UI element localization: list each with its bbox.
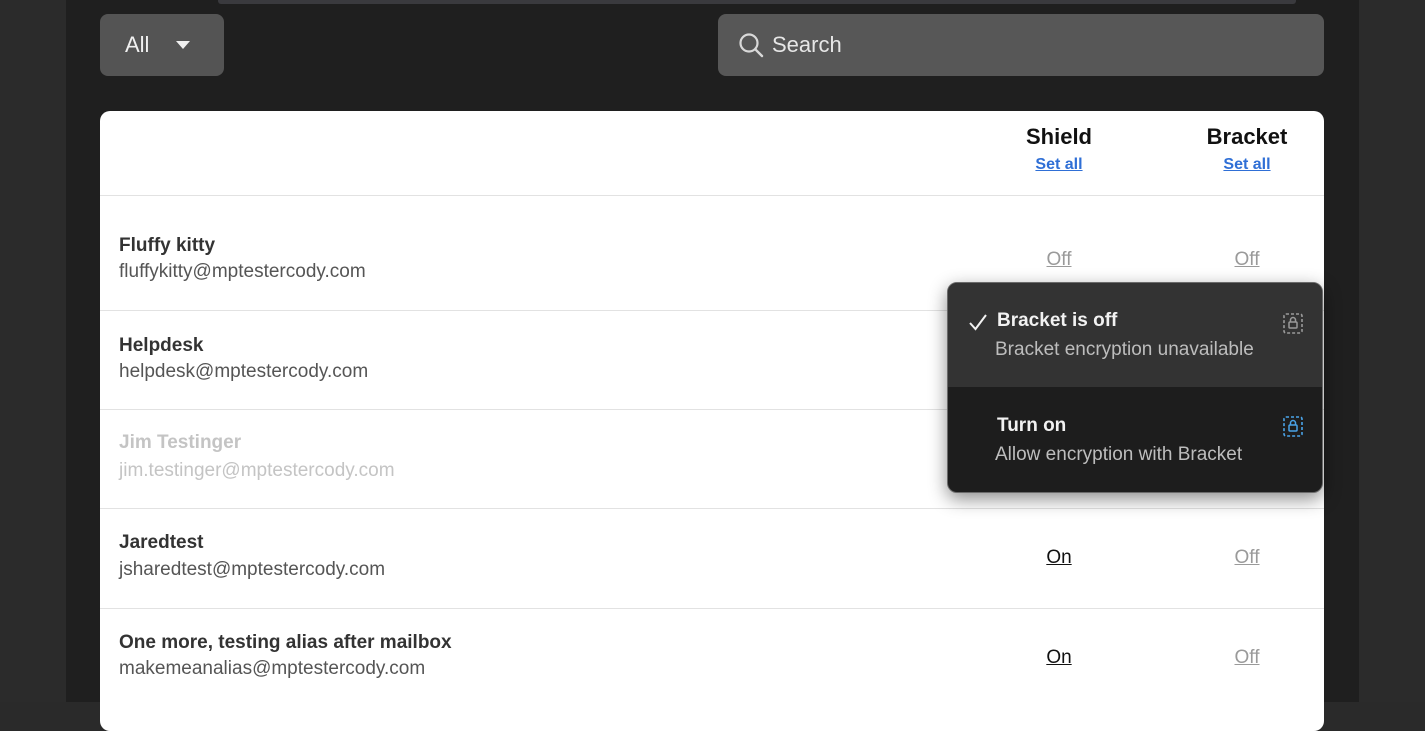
user-name: Jaredtest xyxy=(119,532,204,553)
user-name: One more, testing alias after mailbox xyxy=(119,632,452,653)
user-email: fluffykitty@mptestercody.com xyxy=(119,261,366,282)
lock-icon xyxy=(1283,416,1303,437)
user-email: jsharedtest@mptestercody.com xyxy=(119,559,386,580)
bracket-toggle[interactable]: Off xyxy=(1197,249,1297,271)
search-input[interactable] xyxy=(772,14,1312,76)
menu-item-title: Turn on xyxy=(997,415,1067,436)
filter-label: All xyxy=(125,32,150,57)
shield-column-header: Shield Set all xyxy=(989,124,1129,174)
user-email: jim.testinger@mptestercody.com xyxy=(119,460,395,481)
user-email: helpdesk@mptestercody.com xyxy=(119,361,369,382)
search-icon xyxy=(739,33,764,58)
user-email: makemeanalias@mptestercody.com xyxy=(119,658,426,679)
bracket-column-title: Bracket xyxy=(1206,124,1288,149)
menu-item-subtitle: Allow encryption with Bracket xyxy=(995,444,1243,465)
bracket-set-all-link[interactable]: Set all xyxy=(1223,156,1270,174)
user-name: Fluffy kitty xyxy=(119,235,216,256)
checkmark-icon xyxy=(969,314,987,331)
menu-item-title: Bracket is off xyxy=(997,310,1118,331)
bracket-column-header: Bracket Set all xyxy=(1177,124,1317,174)
caret-down-icon xyxy=(176,41,190,49)
table-header: Shield Set all Bracket Set all xyxy=(100,111,1324,196)
table-row: One more, testing alias after mailbox ma… xyxy=(100,609,1324,709)
menu-item-bracket-off[interactable]: Bracket is off Bracket encryption unavai… xyxy=(948,283,1322,387)
filter-dropdown[interactable]: All xyxy=(100,14,224,76)
shield-toggle[interactable]: On xyxy=(1009,547,1109,569)
bracket-options-menu: Bracket is off Bracket encryption unavai… xyxy=(947,282,1323,493)
lock-icon xyxy=(1283,313,1303,334)
shield-column-title: Shield xyxy=(1025,124,1092,149)
user-name: Helpdesk xyxy=(119,335,204,356)
top-scroll-strip xyxy=(218,0,1296,4)
search-box[interactable] xyxy=(718,14,1324,76)
shield-toggle[interactable]: On xyxy=(1009,647,1109,669)
menu-item-turn-on[interactable]: Turn on Allow encryption with Bracket xyxy=(948,387,1322,492)
bracket-toggle[interactable]: Off xyxy=(1197,547,1297,569)
user-name: Jim Testinger xyxy=(119,432,242,453)
table-row: Jaredtest jsharedtest@mptestercody.com O… xyxy=(100,509,1324,609)
shield-toggle[interactable]: Off xyxy=(1009,249,1109,271)
menu-item-subtitle: Bracket encryption unavailable xyxy=(995,339,1254,360)
shield-set-all-link[interactable]: Set all xyxy=(1035,156,1082,174)
app-background: All Shield Set all Bracket Set all Fluff… xyxy=(0,0,1425,731)
bracket-toggle[interactable]: Off xyxy=(1197,647,1297,669)
